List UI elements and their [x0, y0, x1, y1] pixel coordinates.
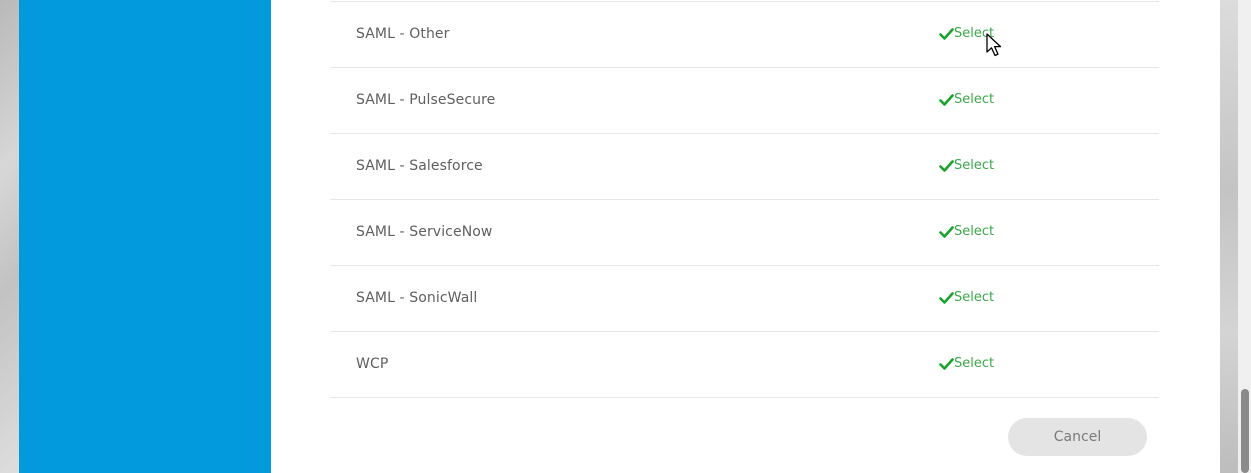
select-button[interactable]: Select: [939, 26, 994, 41]
list-item: SAML - PulseSecure Select: [330, 68, 1159, 134]
provider-name: WCP: [356, 356, 389, 372]
select-button[interactable]: Select: [939, 224, 994, 239]
select-label: Select: [954, 26, 995, 41]
provider-name: SAML - PulseSecure: [356, 92, 496, 108]
check-icon: [939, 93, 954, 106]
list-item: SAML - Other Select: [330, 2, 1159, 68]
provider-name: SAML - Other: [356, 26, 450, 42]
provider-name: SAML - SonicWall: [356, 290, 478, 306]
select-label: Select: [954, 224, 995, 239]
select-label: Select: [954, 92, 995, 107]
select-button[interactable]: Select: [939, 290, 994, 305]
provider-list: SAML - Other Select SAML - PulseSecure S…: [330, 1, 1159, 398]
background-left: [0, 0, 19, 473]
select-label: Select: [954, 290, 995, 305]
check-icon: [939, 27, 954, 40]
list-item: WCP Select: [330, 332, 1159, 398]
select-button[interactable]: Select: [939, 356, 994, 371]
provider-name: SAML - Salesforce: [356, 158, 483, 174]
scrollbar-thumb[interactable]: [1241, 389, 1249, 473]
sso-provider-dialog: SAML - Other Select SAML - PulseSecure S…: [19, 0, 1220, 473]
list-item: SAML - ServiceNow Select: [330, 200, 1159, 266]
select-label: Select: [954, 158, 995, 173]
check-icon: [939, 159, 954, 172]
list-item: SAML - Salesforce Select: [330, 134, 1159, 200]
cancel-button[interactable]: Cancel: [1008, 418, 1147, 456]
list-item: SAML - SonicWall Select: [330, 266, 1159, 332]
select-button[interactable]: Select: [939, 158, 994, 173]
check-icon: [939, 225, 954, 238]
dialog-sidebar: [19, 0, 271, 473]
check-icon: [939, 357, 954, 370]
provider-name: SAML - ServiceNow: [356, 224, 493, 240]
select-button[interactable]: Select: [939, 92, 994, 107]
select-label: Select: [954, 356, 995, 371]
check-icon: [939, 291, 954, 304]
